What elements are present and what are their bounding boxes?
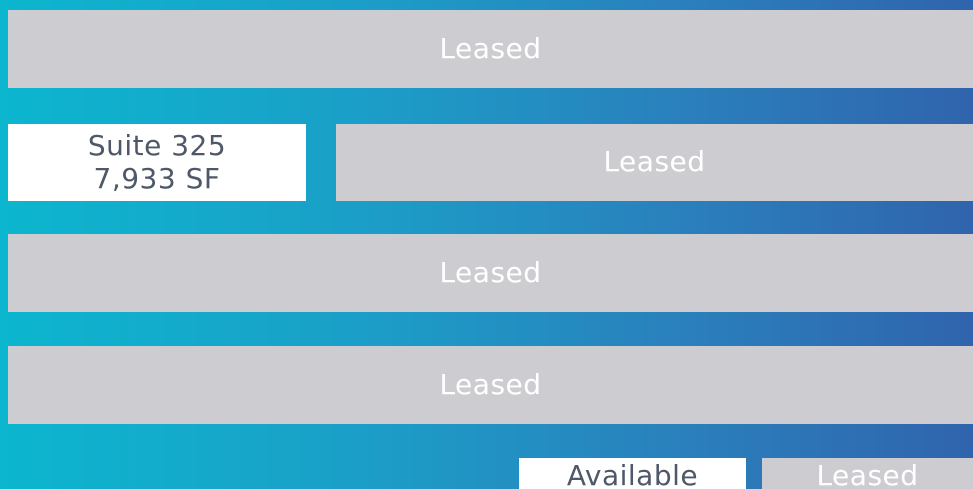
floor-3-leased-space[interactable]: Leased xyxy=(8,234,973,312)
floor-4-leased-space[interactable]: Leased xyxy=(8,346,973,424)
suite-number: Suite 325 xyxy=(87,129,227,163)
suite-info: Suite 325 7,933 SF xyxy=(87,129,227,195)
floor-1-leased-space[interactable]: Leased xyxy=(8,10,973,88)
status-label: Leased xyxy=(816,459,919,489)
suite-325-available-space[interactable]: Suite 325 7,933 SF xyxy=(8,124,306,201)
status-label: Leased xyxy=(439,367,542,401)
status-label: Leased xyxy=(439,31,542,65)
stacking-plan: Leased Suite 325 7,933 SF Leased Leased … xyxy=(0,0,973,489)
status-label: Leased xyxy=(439,255,542,289)
status-label: Available xyxy=(566,459,699,489)
status-label: Leased xyxy=(603,145,706,179)
floor-5-available-space[interactable]: Available xyxy=(519,458,746,489)
suite-size: 7,933 SF xyxy=(93,161,221,195)
floor-2-leased-space[interactable]: Leased xyxy=(336,124,973,201)
floor-5-leased-space[interactable]: Leased xyxy=(762,458,973,489)
